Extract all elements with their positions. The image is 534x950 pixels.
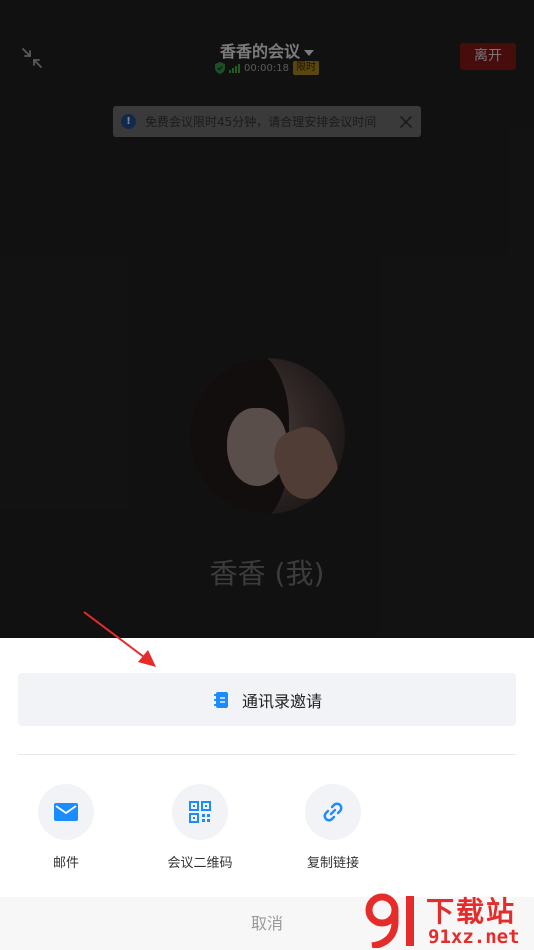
mail-option[interactable]: 邮件: [16, 784, 116, 871]
qr-code-label: 会议二维码: [167, 856, 233, 871]
copy-link-label: 复制链接: [306, 856, 359, 871]
contacts-book-icon: [213, 691, 228, 708]
annotation-arrow-icon: [83, 611, 156, 667]
watermark-url: 91xz.net: [428, 926, 520, 948]
site-logo-icon: [365, 893, 414, 948]
watermark: 下载站 91xz.net: [362, 888, 534, 950]
contacts-invite-label: 通讯录邀请: [241, 691, 322, 711]
link-icon: [323, 802, 343, 822]
modal-overlay[interactable]: [0, 0, 534, 638]
mail-icon: [54, 803, 78, 821]
divider: [18, 754, 516, 755]
qr-code-option[interactable]: 会议二维码: [150, 784, 250, 871]
qr-code-icon: [189, 801, 211, 823]
watermark-text: 下载站: [426, 895, 517, 928]
mail-label: 邮件: [52, 856, 79, 871]
contacts-invite-button[interactable]: 通讯录邀请: [18, 673, 516, 726]
copy-link-option[interactable]: 复制链接: [283, 784, 383, 871]
